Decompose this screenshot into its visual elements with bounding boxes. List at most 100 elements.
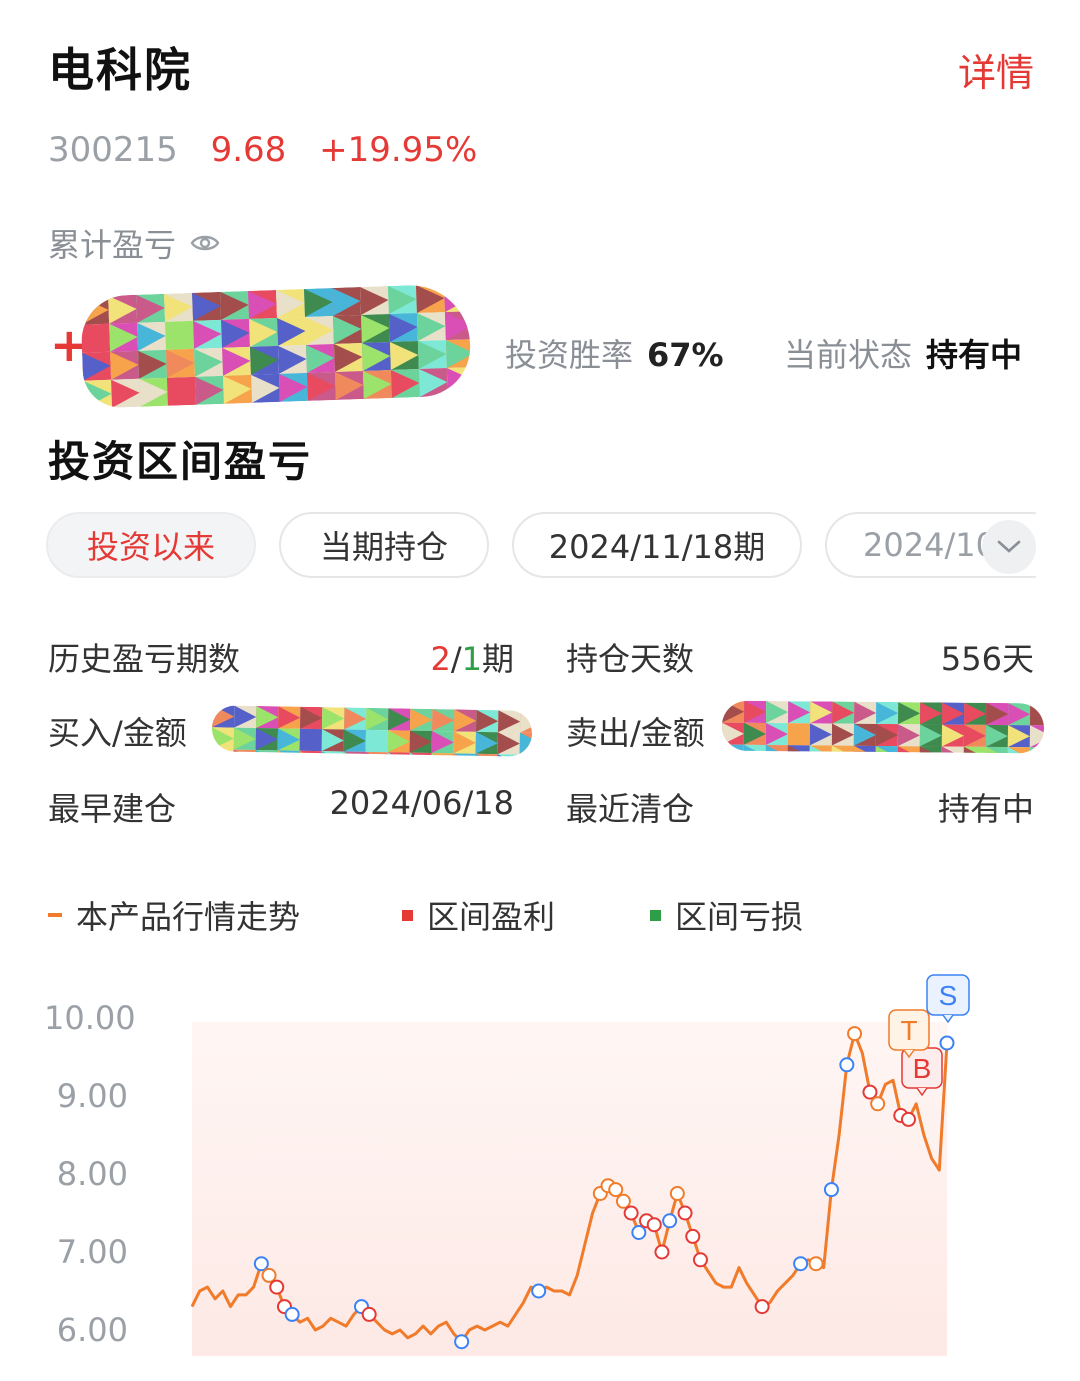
trade-marker-label: B: [913, 1053, 932, 1084]
eye-icon[interactable]: [190, 224, 220, 262]
legend-item-loss: 区间亏损: [650, 892, 803, 938]
stock-name: 电科院: [48, 43, 192, 97]
latest-clear-label: 最近清仓: [566, 790, 695, 828]
trade-point: [646, 1217, 662, 1233]
trade-marker-s: S: [926, 974, 970, 1024]
period-separator: /: [450, 640, 462, 678]
sell-amount-label: 卖出/金额: [566, 714, 705, 752]
mosaic-tile: [1029, 747, 1045, 754]
win-rate: 投资胜率 67%: [505, 330, 724, 376]
holding-days-value: 556天: [940, 640, 1034, 678]
trade-point: [839, 1057, 855, 1073]
win-rate-value: 67%: [647, 336, 724, 374]
section-title: 投资区间盈亏: [48, 437, 313, 486]
trade-point: [269, 1279, 285, 1295]
trade-point: [808, 1256, 824, 1272]
trade-point: [608, 1182, 624, 1198]
period-tabs: 投资以来 当期持仓 2024/11/18期 2024/10: [46, 512, 1036, 582]
current-status: 当前状态 持有中: [784, 330, 1022, 376]
trade-point: [939, 1035, 955, 1051]
trade-point: [631, 1225, 647, 1240]
holding-days-label: 持仓天数: [566, 640, 695, 678]
mosaic-tile: [365, 751, 388, 757]
trade-point: [654, 1244, 670, 1260]
trade-point: [754, 1299, 770, 1315]
chevron-down-icon[interactable]: [982, 520, 1036, 574]
trade-point: [692, 1252, 708, 1268]
trade-point: [685, 1228, 701, 1244]
mosaic-pattern: [721, 700, 1045, 754]
trade-point: [261, 1267, 277, 1283]
profit-period-count: 2: [430, 640, 451, 678]
legend-label: 区间盈利: [427, 898, 556, 936]
mosaic-tile: [443, 284, 472, 313]
quote-row: 300215 9.68 +19.95%: [48, 130, 477, 170]
trade-point: [862, 1084, 878, 1100]
stock-code: 300215: [48, 130, 178, 170]
earliest-position-value: 2024/06/18: [329, 784, 514, 822]
current-status-value: 持有中: [926, 336, 1023, 374]
mosaic-pattern: [80, 283, 472, 409]
trade-point: [623, 1205, 639, 1221]
period-unit: 期: [481, 640, 514, 678]
current-status-label: 当前状态: [784, 336, 913, 374]
mosaic-tile: [321, 751, 344, 757]
mosaic-tile: [299, 750, 322, 757]
stock-price: 9.68: [210, 130, 287, 170]
trade-point: [870, 1096, 886, 1112]
mosaic-tile: [497, 754, 520, 757]
trade-marker-t: T: [888, 1009, 930, 1059]
trade-point: [823, 1182, 839, 1198]
loss-period-count: 1: [461, 640, 482, 678]
tab-since-investment[interactable]: 投资以来: [46, 512, 256, 578]
legend-square-icon: [650, 909, 661, 921]
trade-point: [531, 1283, 547, 1299]
mosaic-tile: [343, 751, 366, 757]
trade-point: [669, 1186, 685, 1201]
mosaic-pattern: [211, 705, 533, 757]
legend-label: 区间亏损: [675, 898, 804, 936]
price-trend-chart: BTS: [190, 974, 970, 1356]
latest-clear-value: 持有中: [937, 790, 1034, 828]
trade-point: [253, 1256, 269, 1272]
trade-point: [615, 1193, 631, 1209]
mosaic-tile: [387, 752, 410, 757]
trade-point: [662, 1213, 678, 1229]
cumulative-pnl-header: 累计盈亏: [48, 220, 220, 266]
trade-point: [900, 1111, 916, 1127]
mosaic-tile: [277, 750, 300, 757]
legend-square-icon: [402, 909, 413, 921]
trade-marker-label: T: [900, 1015, 917, 1046]
trade-point: [361, 1306, 377, 1322]
tab-period-20241118[interactable]: 2024/11/18期: [512, 512, 802, 578]
win-rate-label: 投资胜率: [505, 336, 634, 374]
trade-point: [793, 1256, 809, 1272]
legend-label: 本产品行情走势: [76, 898, 301, 936]
legend-item-trend: 本产品行情走势: [48, 892, 300, 938]
mosaic-tile: [475, 753, 498, 757]
price-change: +19.95%: [319, 130, 478, 170]
mosaic-tile: [233, 749, 256, 757]
redacted-sell-amount-mosaic: [721, 700, 1045, 754]
legend-dash-icon: [48, 913, 62, 917]
trade-point: [284, 1306, 300, 1322]
cumulative-pnl-label: 累计盈亏: [48, 226, 177, 264]
mosaic-tile: [519, 754, 533, 757]
legend-item-profit: 区间盈利: [402, 892, 555, 938]
trade-point: [677, 1205, 693, 1221]
history-periods-label: 历史盈亏期数: [48, 640, 241, 678]
redacted-amount-mosaic: [80, 283, 472, 409]
trade-point: [454, 1334, 470, 1350]
history-periods-value: 2/1期: [430, 634, 514, 680]
tab-current-holding[interactable]: 当期持仓: [279, 512, 489, 578]
earliest-position-label: 最早建仓: [48, 790, 177, 828]
buy-amount-label: 买入/金额: [48, 714, 187, 752]
mosaic-tile: [721, 744, 744, 754]
mosaic-tile: [211, 749, 234, 757]
trade-point: [847, 1026, 863, 1042]
trade-marker-label: S: [939, 980, 958, 1011]
mosaic-tile: [519, 754, 533, 757]
detail-link[interactable]: 详情: [958, 42, 1034, 97]
mosaic-tile: [255, 749, 278, 757]
redacted-buy-amount-mosaic: [211, 705, 533, 757]
